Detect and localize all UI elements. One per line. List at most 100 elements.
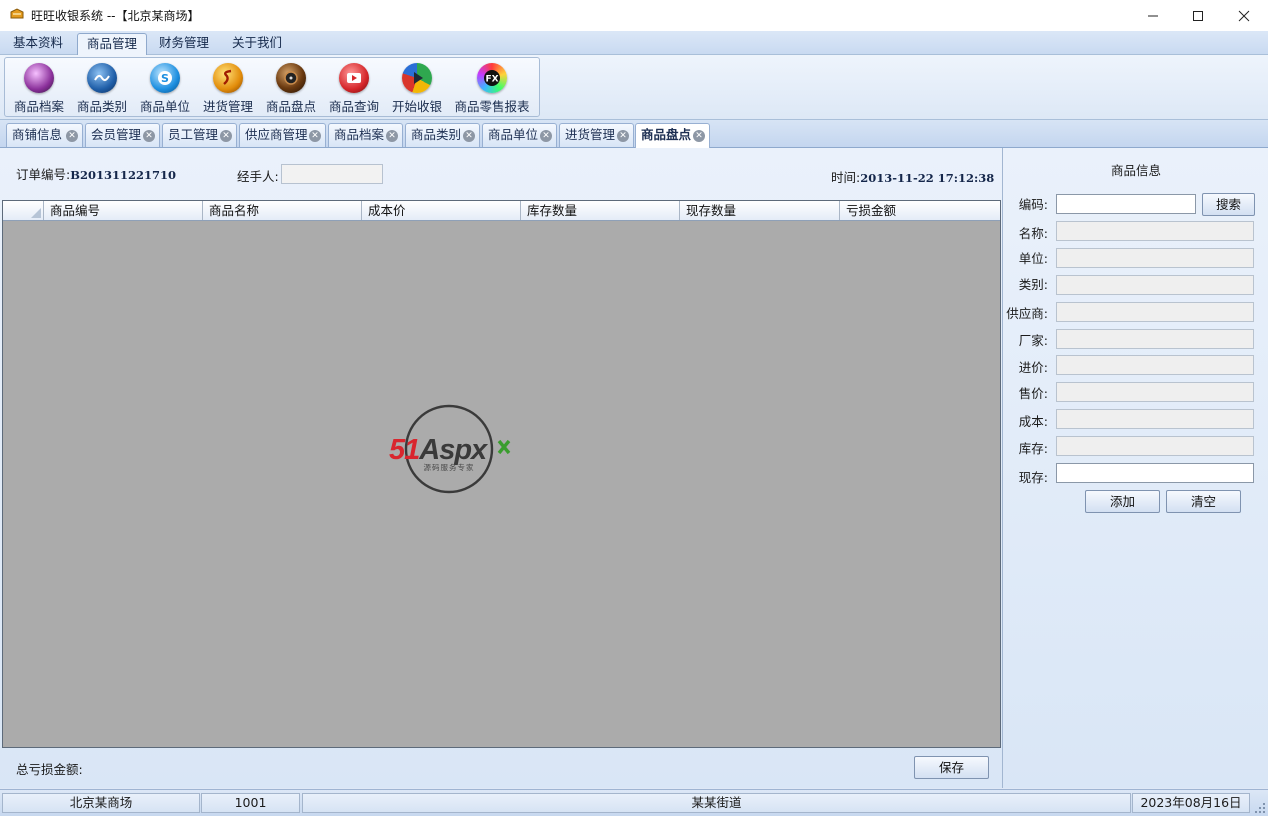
tab-product-archive[interactable]: 商品档案 ✕ [328, 123, 403, 147]
status-address: 某某街道 [302, 793, 1131, 813]
search-button[interactable]: 搜索 [1202, 193, 1255, 216]
tab-purchase-management[interactable]: 进货管理 ✕ [559, 123, 634, 147]
field-label-unit: 单位: [1018, 251, 1048, 266]
close-tab-icon[interactable]: ✕ [617, 130, 629, 142]
product-cost-field [1056, 409, 1254, 429]
tab-staff-management[interactable]: 员工管理 ✕ [162, 123, 237, 147]
grid-select-all-corner[interactable] [3, 201, 44, 220]
handler-input[interactable] [281, 164, 383, 184]
ribbon-product-unit-button[interactable]: S 商品单位 [137, 61, 193, 115]
order-number-value: B201311221710 [70, 168, 176, 182]
field-label-manufacturer: 厂家: [1018, 333, 1048, 348]
watermark-brand: 51Aspx [389, 434, 489, 466]
tab-product-category[interactable]: 商品类别 ✕ [405, 123, 480, 147]
field-label-current: 现存: [1018, 470, 1048, 485]
product-unit-icon: S [150, 63, 180, 93]
close-tab-icon[interactable]: ✕ [220, 130, 232, 142]
product-manufacturer-field [1056, 329, 1254, 349]
ribbon-label: 进货管理 [202, 99, 253, 114]
field-label-stock: 库存: [1018, 441, 1048, 456]
watermark-logo: 51Aspx 源码服务专家 [389, 404, 511, 494]
purchase-icon [213, 63, 243, 93]
maximize-button[interactable] [1175, 0, 1221, 31]
tab-product-unit[interactable]: 商品单位 ✕ [482, 123, 557, 147]
column-header-loss-amount[interactable]: 亏损金额 [840, 201, 1000, 220]
column-header-stock-qty[interactable]: 库存数量 [521, 201, 680, 220]
ribbon-start-cashier-button[interactable]: 开始收银 [389, 61, 445, 115]
tab-label: 商品档案 [334, 127, 385, 142]
watermark-tagline: 源码服务专家 [424, 462, 475, 472]
window-title: 旺旺收银系统 --【北京某商场】 [31, 9, 200, 23]
product-purchase-price-field [1056, 355, 1254, 375]
ribbon-purchase-button[interactable]: 进货管理 [200, 61, 256, 115]
total-loss-label: 总亏损金额: [16, 762, 83, 777]
inventory-check-panel: 订单编号:B201311221710 经手人: 时间:2013-11-22 17… [0, 148, 1002, 788]
ribbon-inventory-check-button[interactable]: 商品盘点 [263, 61, 319, 115]
column-header-current-qty[interactable]: 现存数量 [680, 201, 840, 220]
status-date: 2023年08月16日 [1132, 793, 1250, 813]
maximize-icon [1193, 10, 1203, 21]
field-label-code: 编码: [1018, 197, 1048, 212]
close-tab-icon[interactable]: ✕ [66, 130, 78, 142]
order-time-row: 时间:2013-11-22 17:12:38 [831, 167, 994, 186]
column-header-product-name[interactable]: 商品名称 [203, 201, 362, 220]
field-label-name: 名称: [1018, 226, 1048, 241]
menu-product-management[interactable]: 商品管理 [77, 33, 148, 55]
close-tab-icon[interactable]: ✕ [143, 130, 155, 142]
grid-header: 商品编号 商品名称 成本价 库存数量 现存数量 亏损金额 [3, 201, 1000, 221]
clear-button[interactable]: 清空 [1166, 490, 1241, 513]
ribbon-product-archive-button[interactable]: 商品档案 [11, 61, 67, 115]
product-supplier-field [1056, 302, 1254, 322]
field-label-supplier: 供应商: [1006, 306, 1048, 321]
ribbon-toolbar: 商品档案 商品类别 S 商品单位 进货管理 商品盘点 商品查询 开始收银 FX … [0, 55, 1268, 120]
tab-label: 商品单位 [488, 127, 539, 142]
tab-supplier-management[interactable]: 供应商管理 ✕ [239, 123, 326, 147]
status-store-name: 北京某商场 [2, 793, 200, 813]
tab-label: 商铺信息 [12, 127, 63, 142]
close-window-button[interactable] [1221, 0, 1267, 31]
column-header-cost-price[interactable]: 成本价 [362, 201, 521, 220]
svg-text:S: S [161, 72, 169, 85]
close-tab-icon[interactable]: ✕ [463, 130, 475, 142]
minimize-icon [1148, 15, 1158, 16]
current-qty-input[interactable] [1056, 463, 1254, 483]
tab-member-management[interactable]: 会员管理 ✕ [85, 123, 160, 147]
close-tab-icon[interactable]: ✕ [540, 130, 552, 142]
order-time-label: 时间: [831, 170, 861, 185]
menu-about-us[interactable]: 关于我们 [223, 33, 291, 55]
minimize-button[interactable] [1130, 0, 1176, 31]
menu-finance-management[interactable]: 财务管理 [150, 33, 218, 55]
retail-report-icon: FX [477, 63, 507, 93]
product-archive-icon [24, 63, 54, 93]
tab-shop-info[interactable]: 商铺信息 ✕ [6, 123, 83, 147]
total-loss-row: 总亏损金额: [16, 759, 83, 778]
save-button[interactable]: 保存 [914, 756, 989, 779]
add-button[interactable]: 添加 [1085, 490, 1160, 513]
tab-inventory-check[interactable]: 商品盘点 ✕ [635, 123, 710, 148]
product-unit-field [1056, 248, 1254, 268]
inventory-grid[interactable]: 商品编号 商品名称 成本价 库存数量 现存数量 亏损金额 51Aspx 源码服务… [2, 200, 1001, 748]
menu-basic-data[interactable]: 基本资料 [4, 33, 72, 55]
close-tab-icon[interactable]: ✕ [309, 130, 321, 142]
field-label-sale-price: 售价: [1018, 386, 1048, 401]
tab-label: 进货管理 [565, 127, 616, 142]
close-tab-icon[interactable]: ✕ [386, 130, 398, 142]
resize-grip-icon[interactable] [1254, 802, 1266, 814]
product-code-input[interactable] [1056, 194, 1196, 214]
document-tab-strip: 商铺信息 ✕ 会员管理 ✕ 员工管理 ✕ 供应商管理 ✕ 商品档案 ✕ 商品类别 ✕ 商品单… [0, 120, 1268, 148]
ribbon-label: 商品单位 [139, 99, 190, 114]
close-tab-icon[interactable]: ✕ [693, 130, 705, 142]
order-time-value: 2013-11-22 17:12:38 [860, 171, 995, 185]
corner-triangle-icon [31, 208, 41, 218]
ribbon-label: 商品零售报表 [454, 99, 530, 114]
ribbon-label: 开始收银 [391, 99, 442, 114]
ribbon-product-query-button[interactable]: 商品查询 [326, 61, 382, 115]
field-label-cost: 成本: [1018, 414, 1048, 429]
ribbon-product-category-button[interactable]: 商品类别 [74, 61, 130, 115]
column-header-product-code[interactable]: 商品编号 [44, 201, 203, 220]
ribbon-retail-report-button[interactable]: FX 商品零售报表 [452, 61, 532, 115]
start-cashier-icon [402, 63, 432, 93]
product-sale-price-field [1056, 382, 1254, 402]
status-bar: 北京某商场 1001 某某街道 2023年08月16日 [0, 789, 1268, 816]
tab-label: 会员管理 [91, 127, 142, 142]
